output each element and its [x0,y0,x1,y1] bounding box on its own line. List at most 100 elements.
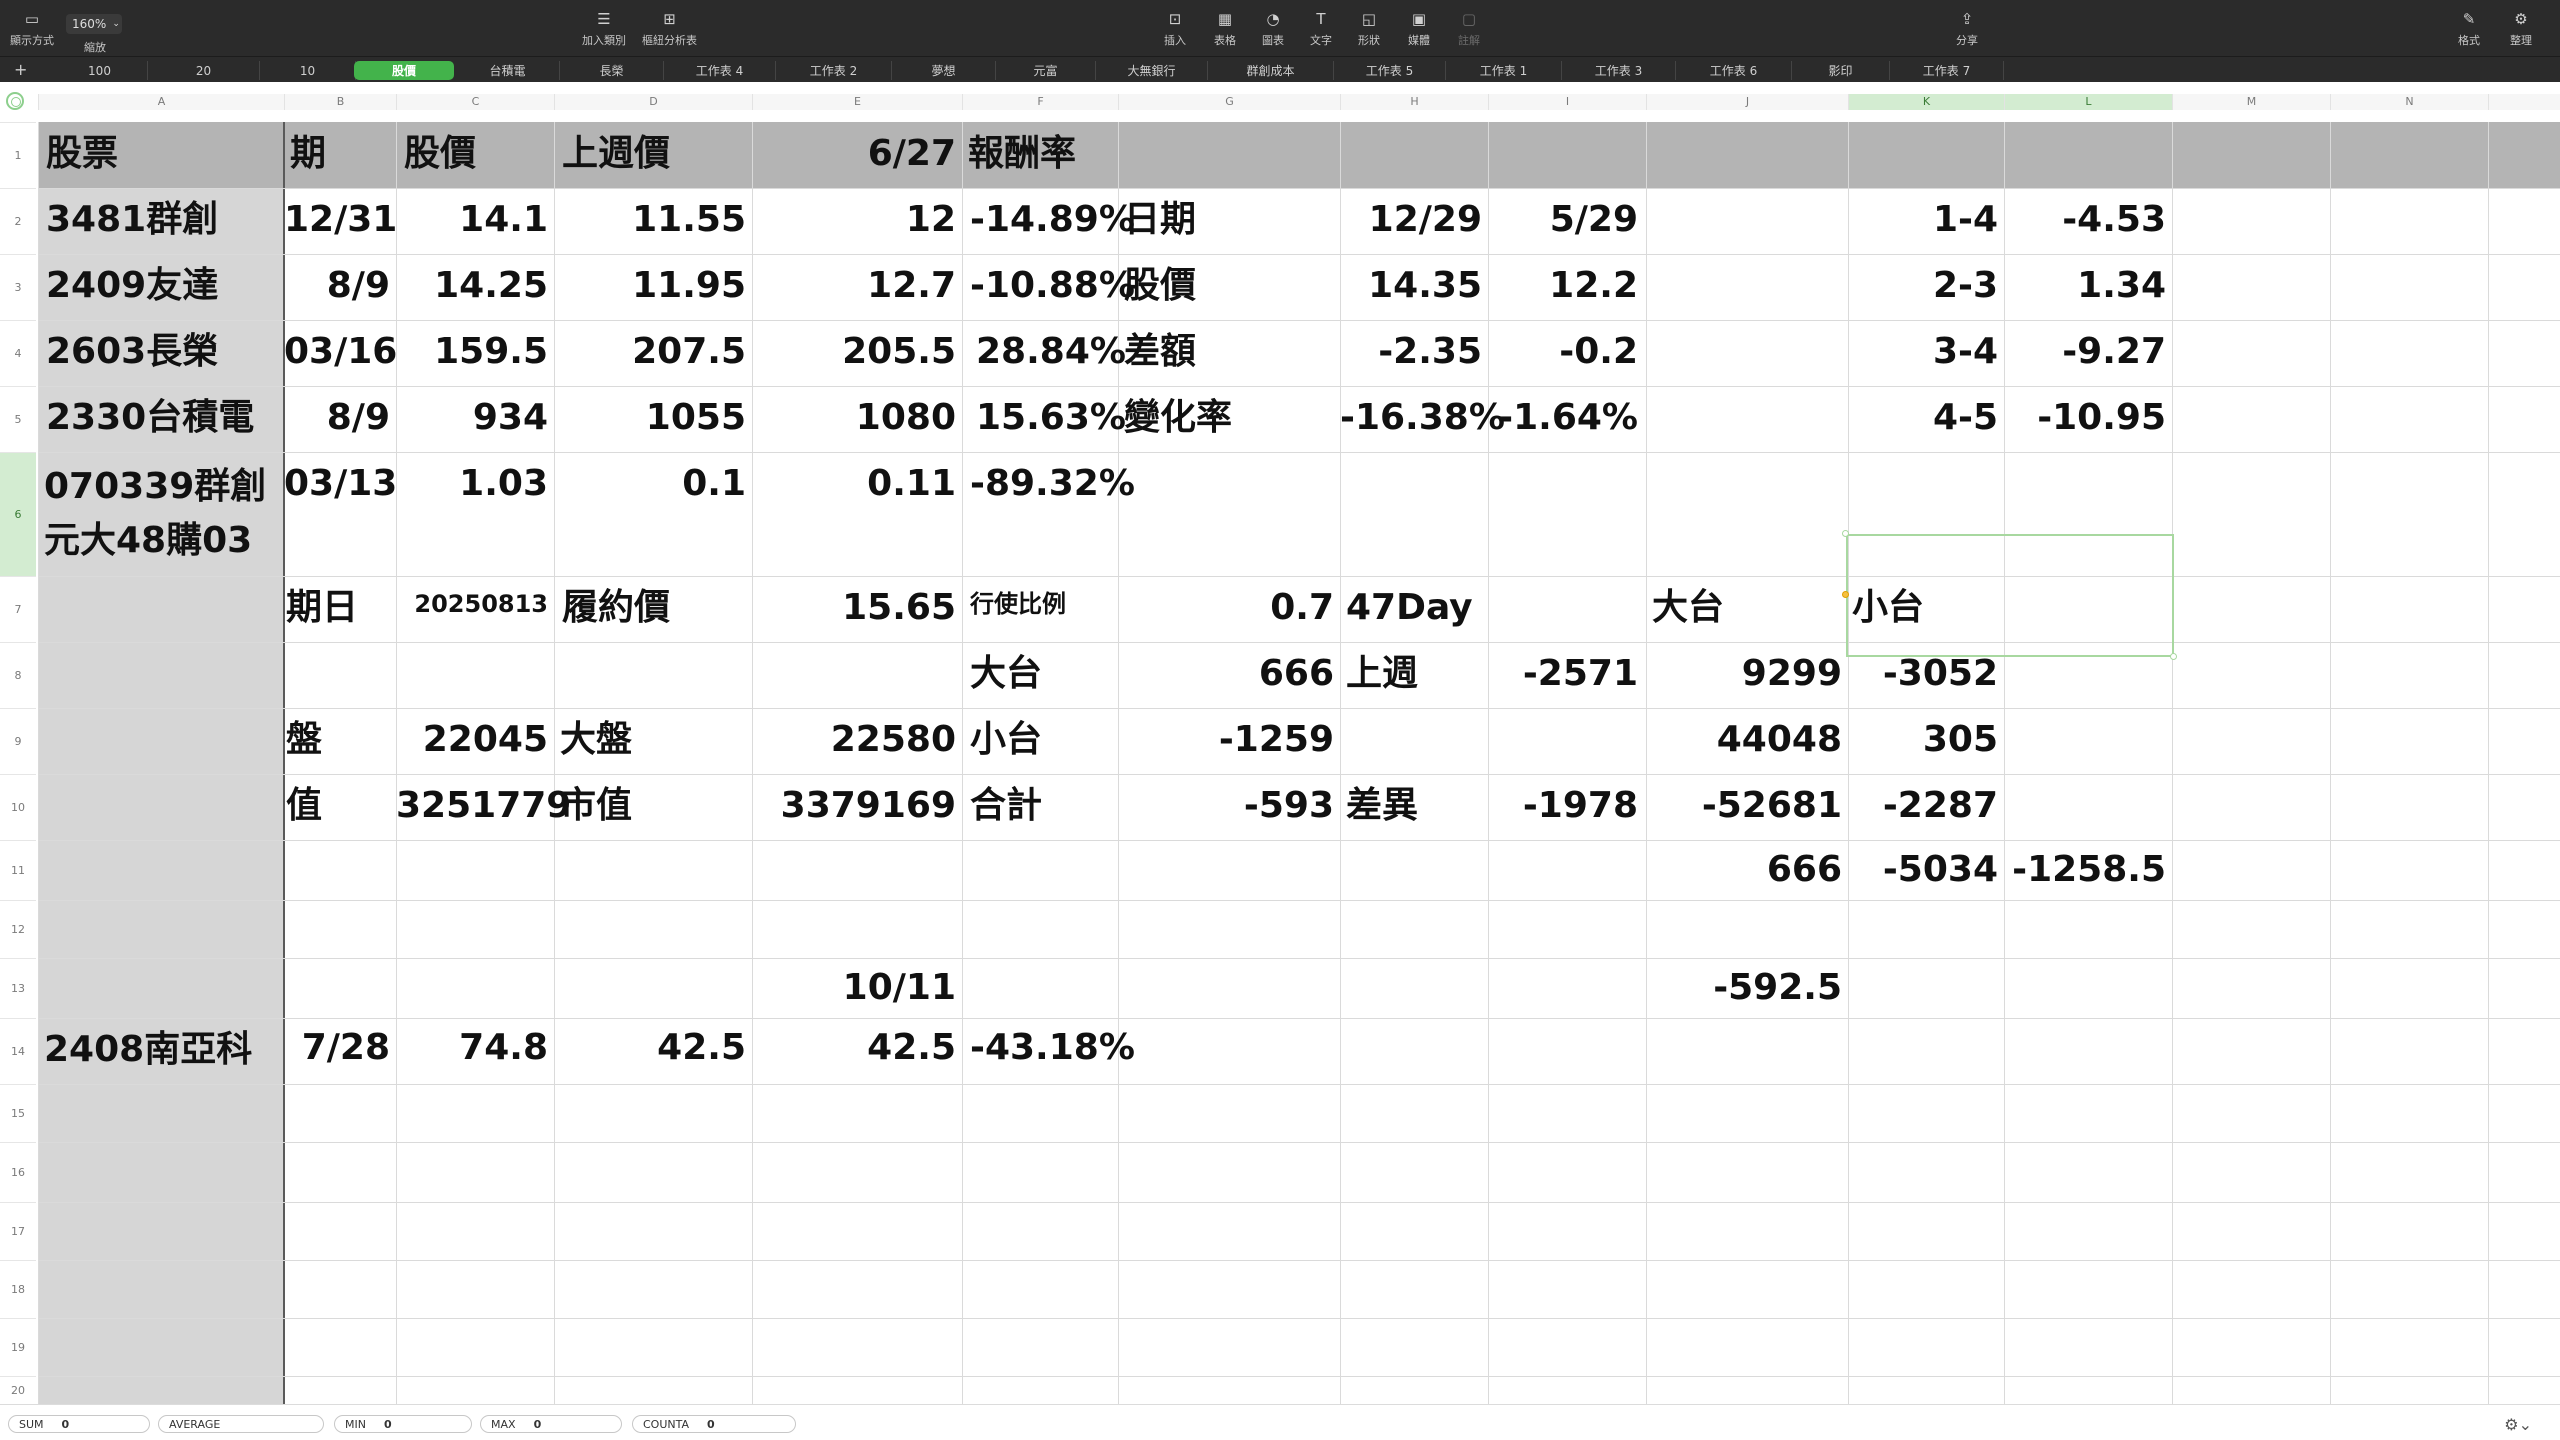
sheet-tab[interactable]: 工作表 2 [776,61,892,80]
cell-i10[interactable]: -1978 [1488,784,1638,828]
cell-k9[interactable]: 305 [1848,718,1998,762]
cell-k10[interactable]: -2287 [1848,784,1998,828]
cell-d3[interactable]: 11.95 [554,264,746,308]
cell-a6[interactable]: 070339群創元大48購03 [44,460,282,568]
cell-l5[interactable]: -10.95 [2004,396,2166,440]
select-all-icon[interactable] [6,92,24,110]
selection-handle[interactable] [1842,591,1849,598]
cell-j13[interactable]: -592.5 [1646,966,1842,1010]
cell-c9[interactable]: 22045 [396,718,548,762]
cell-g4[interactable]: 差額 [1124,330,1196,374]
row-header[interactable]: 5 [0,386,36,452]
cell-f10[interactable]: 合計 [970,784,1042,828]
text-button[interactable]: T 文字 [1310,10,1332,48]
column-header-n[interactable]: N [2330,94,2488,110]
cell-g5[interactable]: 變化率 [1124,396,1232,440]
row-header[interactable]: 13 [0,958,36,1018]
cell-h8[interactable]: 上週 [1346,652,1418,696]
cell-j9[interactable]: 44048 [1646,718,1842,762]
cell-e14[interactable]: 42.5 [752,1026,956,1070]
cell-b9[interactable]: 盤 [286,718,322,762]
format-button[interactable]: ✎ 格式 [2458,10,2480,48]
sheet-tab[interactable]: 10 [260,61,356,80]
sheet-tab[interactable]: 20 [148,61,260,80]
zoom-select[interactable]: 160% ⌄ [66,14,122,34]
cell-e5[interactable]: 1080 [752,396,956,440]
sum-stat[interactable]: SUM 0 [8,1415,150,1433]
cell-e3[interactable]: 12.7 [752,264,956,308]
cell-d14[interactable]: 42.5 [554,1026,746,1070]
sheet-tab[interactable]: 100 [52,61,148,80]
cell-b6[interactable]: 03/13 [284,462,397,506]
cell-l11[interactable]: -1258.5 [2004,848,2166,892]
row-header[interactable]: 3 [0,254,36,320]
sheet-tab[interactable]: 工作表 6 [1676,61,1792,80]
column-header-h[interactable]: H [1340,94,1488,110]
column-header-k[interactable]: K [1848,94,2004,110]
sheet-tab[interactable]: 群創成本 [1208,61,1334,80]
row-header[interactable]: 9 [0,708,36,774]
cell-a3[interactable]: 2409友達 [46,264,218,308]
sheet-tab[interactable]: 工作表 3 [1562,61,1676,80]
cell-a4[interactable]: 2603長榮 [46,330,218,374]
cell-g2[interactable]: 日期 [1124,198,1196,242]
selection-handle[interactable] [1842,530,1849,537]
cell-i8[interactable]: -2571 [1488,652,1638,696]
cell-c4[interactable]: 159.5 [396,330,548,374]
column-header-l[interactable]: L [2004,94,2172,110]
cell-h5[interactable]: -16.38% [1340,396,1505,440]
organize-button[interactable]: ⚙ 整理 [2510,10,2532,48]
cell-c5[interactable]: 934 [396,396,548,440]
cell-d5[interactable]: 1055 [554,396,746,440]
cell-h3[interactable]: 14.35 [1340,264,1482,308]
cell-f9[interactable]: 小台 [970,718,1042,762]
cell-d10[interactable]: 市值 [560,784,632,828]
media-button[interactable]: ▣ 媒體 [1408,10,1430,48]
cell-g8[interactable]: 666 [1118,652,1334,696]
cell-f2[interactable]: -14.89% [970,198,1135,242]
cell-b10[interactable]: 值 [286,784,322,828]
sheet-tab[interactable]: 工作表 4 [664,61,776,80]
cell-k8[interactable]: -3052 [1848,652,1998,696]
row-header[interactable]: 7 [0,576,36,642]
column-header-e[interactable]: E [752,94,962,110]
sheet-tab[interactable]: 工作表 5 [1334,61,1446,80]
cell-k2[interactable]: 1-4 [1848,198,1998,242]
cell-j7[interactable]: 大台 [1652,586,1724,630]
cell-b2[interactable]: 12/31 [284,198,397,242]
cell-d6[interactable]: 0.1 [554,462,746,506]
cell-a14[interactable]: 2408南亞科 [44,1028,252,1072]
cell-i2[interactable]: 5/29 [1488,198,1638,242]
cell-b4[interactable]: 03/16 [284,330,397,374]
cell-l4[interactable]: -9.27 [2004,330,2166,374]
cell-e4[interactable]: 205.5 [752,330,956,374]
cell-f7[interactable]: 行使比例 [970,582,1066,626]
column-header-g[interactable]: G [1118,94,1340,110]
cell-selection[interactable] [1846,534,2174,657]
max-stat[interactable]: MAX 0 [480,1415,622,1433]
cell-b3[interactable]: 8/9 [284,264,390,308]
comment-button[interactable]: ▢ 註解 [1458,10,1480,48]
sheet-tab-active[interactable]: 股價 [354,61,454,80]
row-header[interactable]: 10 [0,774,36,840]
cell-b1[interactable]: 期 [290,132,326,176]
sheet-tab[interactable]: 元富 [996,61,1096,80]
cell-j10[interactable]: -52681 [1646,784,1842,828]
pivot-table-button[interactable]: ⊞ 樞紐分析表 [642,10,697,48]
cell-e13[interactable]: 10/11 [752,966,956,1010]
row-header[interactable]: 14 [0,1018,36,1084]
cell-c2[interactable]: 14.1 [396,198,548,242]
sheet-tab[interactable]: 工作表 1 [1446,61,1562,80]
cell-d1[interactable]: 上週價 [562,132,670,176]
share-button[interactable]: ⇪ 分享 [1956,10,1978,48]
cell-k3[interactable]: 2-3 [1848,264,1998,308]
view-button[interactable]: ▭ 顯示方式 [10,10,54,48]
cell-f3[interactable]: -10.88% [970,264,1135,308]
column-header-a[interactable]: A [38,94,284,110]
cell-f5[interactable]: 15.63% [976,396,1126,440]
row-header[interactable]: 11 [0,840,36,900]
row-header[interactable]: 16 [0,1142,36,1202]
cell-h7[interactable]: 47Day [1346,586,1473,630]
add-sheet-icon[interactable]: + [14,60,27,79]
sheet-tab[interactable]: 工作表 7 [1890,61,2004,80]
